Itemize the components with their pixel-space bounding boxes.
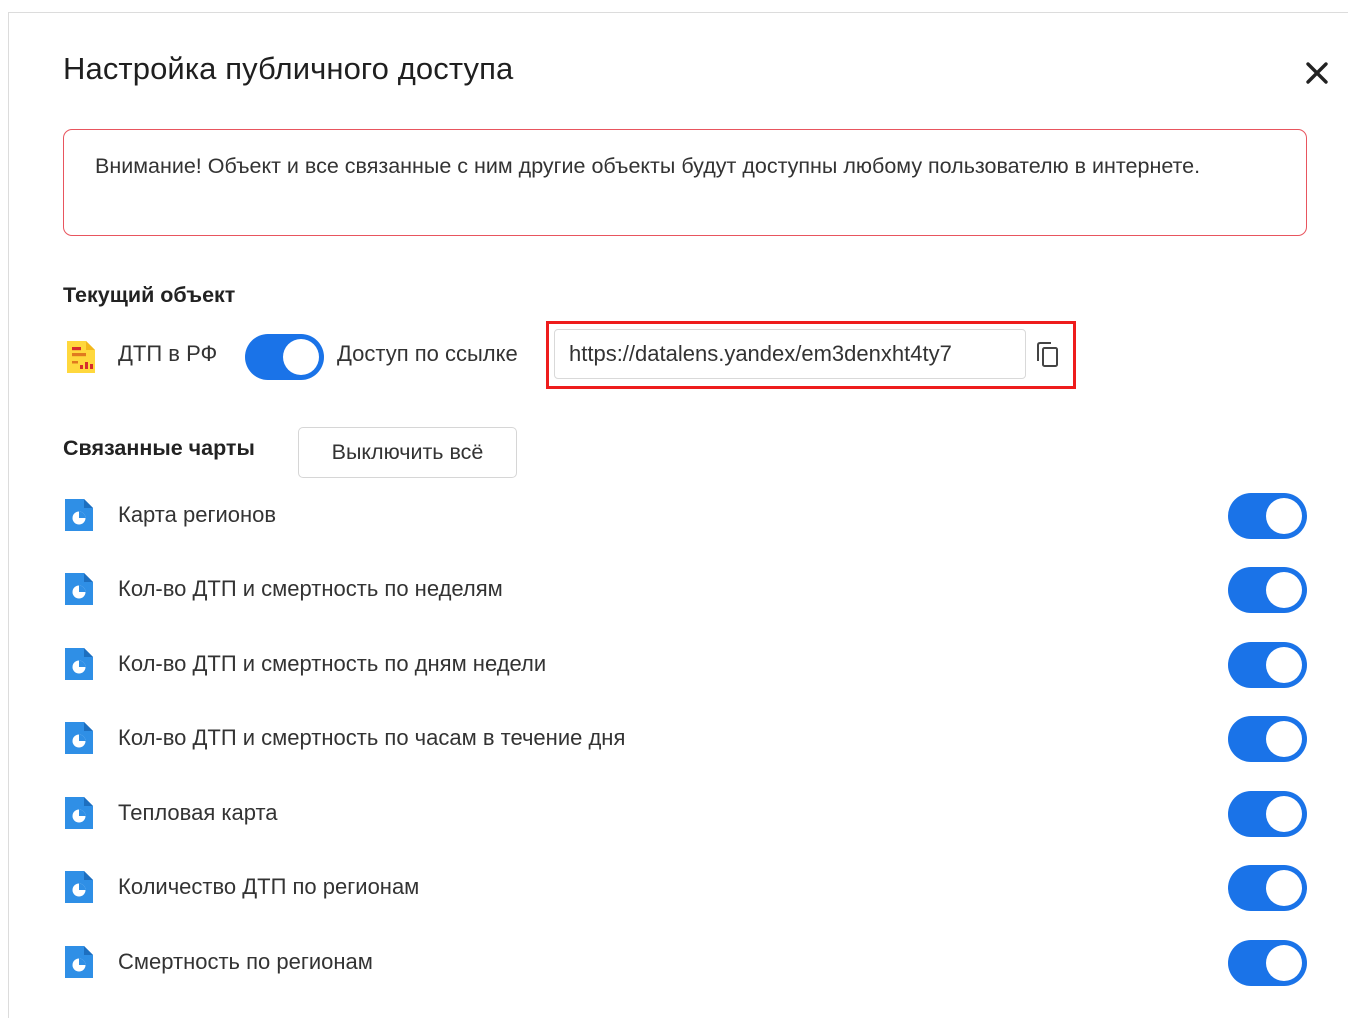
public-access-dialog: Настройка публичного доступа Внимание! О… [8, 12, 1348, 1018]
linked-chart-label: Кол-во ДТП и смертность по неделям [118, 576, 503, 601]
linked-chart-row: Кол-во ДТП и смертность по дням недели [63, 642, 1307, 688]
linked-chart-row: Смертность по регионам [63, 940, 1307, 986]
linked-chart-row: Количество ДТП по регионам [63, 865, 1307, 911]
current-object-heading: Текущий объект [63, 283, 236, 307]
toggle-knob [1266, 572, 1302, 608]
linked-chart-label: Количество ДТП по регионам [118, 874, 420, 899]
linked-chart-toggle[interactable] [1228, 493, 1307, 539]
linked-chart-label: Кол-во ДТП и смертность по часам в течен… [118, 725, 626, 750]
toggle-knob [1266, 647, 1302, 683]
toggle-knob [1266, 721, 1302, 757]
current-object-name: ДТП в РФ [118, 341, 218, 366]
toggle-knob [1266, 498, 1302, 534]
chart-icon [63, 944, 95, 985]
linked-chart-toggle[interactable] [1228, 716, 1307, 762]
linked-chart-label: Тепловая карта [118, 800, 278, 825]
toggle-knob [1266, 870, 1302, 906]
warning-text: Внимание! Объект и все связанные с ним д… [95, 154, 1201, 178]
linked-chart-label: Карта регионов [118, 502, 277, 527]
toggle-knob [283, 339, 319, 375]
copy-icon[interactable] [1034, 340, 1062, 370]
chart-icon [63, 497, 95, 538]
chart-icon [63, 869, 95, 910]
chart-icon [63, 571, 95, 612]
linked-chart-label: Смертность по регионам [118, 949, 373, 974]
linked-chart-row: Тепловая карта [63, 791, 1307, 837]
current-object-toggle[interactable] [245, 334, 324, 380]
chart-icon [63, 646, 95, 687]
linked-chart-label: Кол-во ДТП и смертность по дням недели [118, 651, 547, 676]
chart-icon [63, 795, 95, 836]
disable-all-button[interactable]: Выключить всё [298, 427, 517, 478]
linked-chart-toggle[interactable] [1228, 940, 1307, 986]
warning-alert: Внимание! Объект и все связанные с ним д… [63, 129, 1307, 236]
dashboard-icon [65, 339, 97, 380]
linked-chart-toggle[interactable] [1228, 642, 1307, 688]
toggle-knob [1266, 796, 1302, 832]
linked-charts-heading: Связанные чарты [63, 436, 255, 460]
linked-chart-row: Карта регионов [63, 493, 1307, 539]
linked-chart-row: Кол-во ДТП и смертность по неделям [63, 567, 1307, 613]
linked-chart-row: Кол-во ДТП и смертность по часам в течен… [63, 716, 1307, 762]
linked-chart-toggle[interactable] [1228, 865, 1307, 911]
dialog-title: Настройка публичного доступа [63, 51, 514, 86]
linked-chart-toggle[interactable] [1228, 567, 1307, 613]
linked-chart-toggle[interactable] [1228, 791, 1307, 837]
close-icon[interactable] [1299, 55, 1335, 91]
link-access-label: Доступ по ссылке [337, 341, 518, 366]
toggle-knob [1266, 945, 1302, 981]
chart-icon [63, 720, 95, 761]
public-url-field[interactable]: https://datalens.yandex/em3denxht4ty7 [554, 329, 1026, 379]
